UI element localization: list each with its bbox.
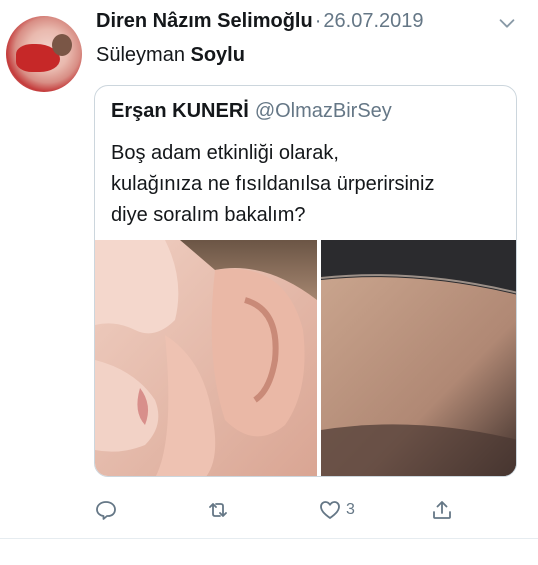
whisper-photo: [95, 240, 317, 476]
quoted-text-line: diye soralım bakalım?: [111, 204, 306, 226]
tweet-header: Diren Nâzım Selimoğlu · 26.07.2019: [96, 10, 522, 40]
quoted-text: Boş adam etkinliği olarak, kulağınıza ne…: [111, 138, 506, 231]
separator-dot: ·: [314, 10, 322, 32]
author-name[interactable]: Diren Nâzım Selimoğlu: [96, 10, 313, 32]
tweet-date[interactable]: 26.07.2019: [323, 10, 423, 32]
share-button[interactable]: [430, 496, 454, 524]
reply-icon: [96, 501, 116, 520]
quoted-media[interactable]: [95, 240, 516, 476]
like-button[interactable]: 3: [318, 496, 355, 524]
quoted-text-line: kulağınıza ne fısıldanılsa ürperirsiniz: [111, 173, 435, 195]
quoted-header: Erşan KUNERİ @OlmazBirSey: [111, 100, 392, 123]
like-count: 3: [346, 501, 355, 518]
reply-bold: Soylu: [190, 44, 245, 66]
chevron-down-icon[interactable]: [496, 12, 518, 34]
reply-prefix: Süleyman: [96, 44, 185, 66]
quoted-author-name: Erşan KUNERİ: [111, 100, 249, 122]
author-avatar[interactable]: [6, 16, 82, 92]
reply-button[interactable]: [94, 496, 118, 524]
divider: [0, 538, 538, 539]
quoted-author-handle: @OlmazBirSey: [254, 100, 392, 122]
retweet-button[interactable]: [206, 496, 230, 524]
heart-icon: [320, 501, 340, 519]
tweet-actions: 3: [0, 496, 538, 526]
quoted-text-line: Boş adam etkinliği olarak,: [111, 142, 339, 164]
quoted-tweet[interactable]: Erşan KUNERİ @OlmazBirSey Boş adam etkinl…: [94, 85, 517, 477]
goosebumps-photo: [320, 240, 516, 476]
share-icon: [433, 501, 451, 519]
retweet-icon: [209, 503, 227, 517]
reply-context: Süleyman Soylu: [96, 44, 245, 67]
